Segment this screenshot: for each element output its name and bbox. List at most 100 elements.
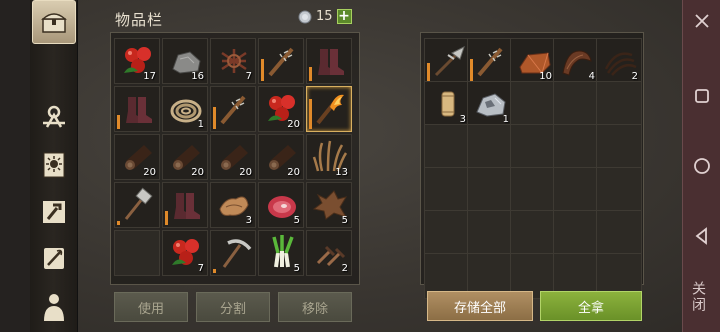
back-icon[interactable] [692,226,712,246]
recent-apps-icon[interactable] [692,86,712,106]
storage-empty-slot[interactable] [596,81,642,127]
notes-button[interactable] [36,240,72,276]
item-quantity: 20 [239,167,252,178]
durability-bar [117,115,120,129]
inventory-slot[interactable]: 7 [210,38,256,84]
inventory-slot[interactable]: 7 [162,230,208,276]
item-quantity: 17 [143,71,156,82]
home-icon[interactable] [692,156,712,176]
close-icon[interactable] [692,11,712,31]
item-quantity: 13 [335,167,348,178]
storage-empty-slot[interactable] [510,210,556,256]
item-quantity: 5 [293,263,300,274]
item-quantity: 1 [197,119,204,130]
spiked-club-icon [220,95,246,125]
storage-slot[interactable]: 10 [510,38,556,84]
quill-scroll-icon [44,248,64,269]
storage-empty-slot[interactable] [424,167,470,213]
inventory-slot[interactable]: 20 [162,134,208,180]
leather-boots-icon [318,49,344,75]
inventory-slot[interactable] [114,182,160,228]
inventory-slot[interactable] [162,182,208,228]
storage-empty-slot[interactable] [596,124,642,170]
spiked-club-icon [477,47,503,77]
storage-slot[interactable]: 1 [467,81,513,127]
inventory-slot[interactable]: 5 [258,230,304,276]
storage-empty-slot[interactable] [553,167,599,213]
inventory-slot[interactable]: 20 [210,134,256,180]
storage-slot[interactable]: 3 [424,81,470,127]
crafting-book-button[interactable] [36,147,72,183]
storage-empty-slot[interactable] [510,81,556,127]
hammer-map-icon [43,201,65,223]
inventory-slot[interactable]: 20 [114,134,160,180]
inventory-slot[interactable]: 3 [210,182,256,228]
inventory-slot[interactable] [306,38,352,84]
inventory-empty-slot[interactable] [114,230,160,276]
skills-button[interactable] [36,98,72,134]
chest-icon [41,13,67,33]
storage-empty-slot[interactable] [510,167,556,213]
leather-boots-icon [174,193,200,219]
sidebar [30,0,78,332]
inventory-slot[interactable]: 17 [114,38,160,84]
inventory-slot[interactable] [258,38,304,84]
storage-empty-slot[interactable] [553,81,599,127]
inventory-slot[interactable]: 20 [258,86,304,132]
item-quantity: 5 [293,215,300,226]
tripod-icon [43,105,65,128]
currency-display: 15 + [298,9,352,24]
storage-empty-slot[interactable] [467,210,513,256]
storage-empty-slot[interactable] [424,210,470,256]
remove-button[interactable]: 移除 [278,292,352,322]
store-all-button[interactable]: 存储全部 [427,291,533,321]
storage-slot[interactable] [424,38,470,84]
item-quantity: 3 [245,215,252,226]
storage-slot[interactable]: 4 [553,38,599,84]
inventory-slot[interactable]: 1 [162,86,208,132]
inventory-slot[interactable]: 2 [306,230,352,276]
item-quantity: 7 [245,71,252,82]
item-quantity: 7 [197,263,204,274]
storage-slot[interactable]: 2 [596,38,642,84]
item-quantity: 20 [287,119,300,130]
inventory-slot[interactable] [210,86,256,132]
screen-edge [0,0,30,332]
storage-empty-slot[interactable] [553,124,599,170]
storage-empty-slot[interactable] [596,167,642,213]
storage-empty-slot[interactable] [467,167,513,213]
storage-slot[interactable] [467,38,513,84]
silver-coin-icon [298,10,312,23]
pickaxe-icon [222,239,252,268]
build-button[interactable] [36,194,72,230]
durability-bar [165,211,168,225]
inventory-slot[interactable]: 16 [162,38,208,84]
durability-bar [427,63,430,81]
storage-empty-slot[interactable] [510,124,556,170]
inventory-slot[interactable] [210,230,256,276]
storage-grid: 10 4 2 3 1 [424,38,642,299]
storage-empty-slot[interactable] [553,210,599,256]
inventory-slot[interactable] [114,86,160,132]
character-icon [44,294,64,321]
inventory-slot[interactable]: 5 [258,182,304,228]
storage-empty-slot[interactable] [467,124,513,170]
close-label[interactable]: 关闭 [690,281,708,313]
split-button[interactable]: 分割 [196,292,270,322]
durability-bar [470,59,473,81]
character-button[interactable] [36,288,72,324]
use-button[interactable]: 使用 [114,292,188,322]
sun-book-icon [43,152,65,178]
inventory-slot[interactable]: 5 [306,182,352,228]
item-quantity: 5 [341,215,348,226]
inventory-slot[interactable]: 13 [306,134,352,180]
add-currency-button[interactable]: + [336,9,352,24]
inventory-slot[interactable]: 20 [258,134,304,180]
inventory-chest-button[interactable] [32,0,76,44]
storage-empty-slot[interactable] [424,124,470,170]
take-all-button[interactable]: 全拿 [540,291,642,321]
currency-count: 15 [316,9,333,24]
inventory-title: 物品栏 [115,11,164,29]
inventory-slot[interactable] [306,86,352,132]
storage-empty-slot[interactable] [596,210,642,256]
